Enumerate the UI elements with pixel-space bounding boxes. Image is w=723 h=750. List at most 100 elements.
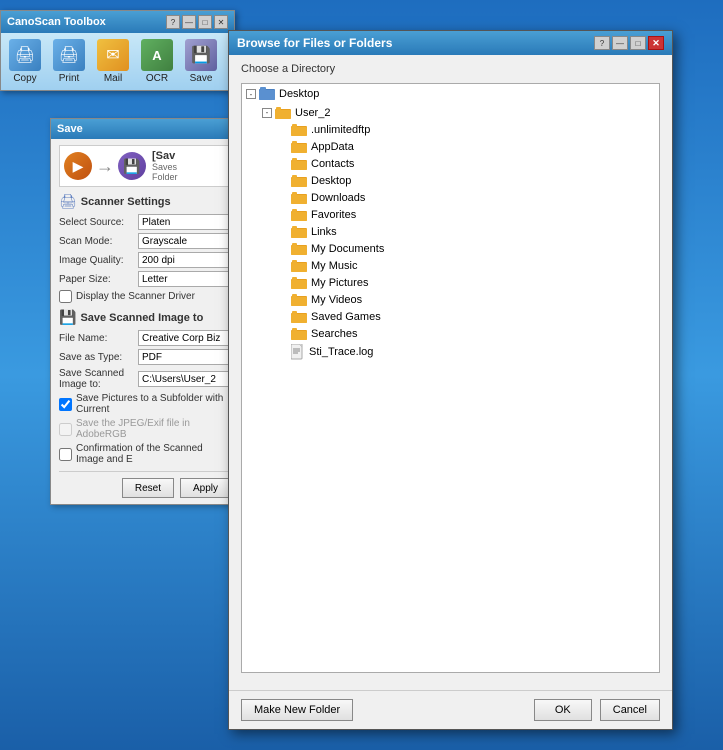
mypictures-icon (291, 276, 307, 289)
browse-ok-button[interactable]: OK (534, 699, 592, 721)
mypictures-label: My Pictures (311, 277, 368, 289)
desktop-label: Desktop (279, 88, 319, 100)
canoscan-min-btn[interactable]: — (182, 15, 196, 29)
save-section-header: 💾 Save Scanned Image to (59, 309, 231, 326)
subfolder-row: Save Pictures to a Subfolder with Curren… (59, 393, 231, 415)
paper-size-label: Paper Size: (59, 274, 134, 285)
save-dialog: Save ▶ → 💾 [Sav Saves Folder 🖨 Scanner S… (50, 118, 240, 505)
tree-item-user2[interactable]: - User_2 (242, 104, 659, 121)
select-source-label: Select Source: (59, 217, 134, 228)
myvideos-label: My Videos (311, 294, 362, 306)
ocr-tool-btn[interactable]: A OCR (137, 37, 177, 86)
tree-item-desktop2[interactable]: Desktop (242, 172, 659, 189)
canoscan-title: CanoScan Toolbox (7, 16, 106, 28)
copy-tool-btn[interactable]: 🖨 Copy (5, 37, 45, 86)
save-icon: 💾 (185, 39, 217, 71)
subfolder-checkbox[interactable] (59, 398, 72, 411)
scanner-settings-header: 🖨 Scanner Settings (59, 193, 231, 210)
print-icon: 🖨 (53, 39, 85, 71)
scan-preview-row: ▶ → 💾 [Sav Saves Folder (59, 145, 231, 187)
save-dialog-content: ▶ → 💾 [Sav Saves Folder 🖨 Scanner Settin… (51, 139, 239, 504)
browse-min-btn[interactable]: — (612, 36, 628, 50)
save-as-type-label: Save as Type: (59, 352, 134, 363)
browse-max-btn[interactable]: □ (630, 36, 646, 50)
favorites-icon (291, 208, 307, 221)
tree-item-sti-trace[interactable]: Sti_Trace.log (242, 342, 659, 362)
print-tool-btn[interactable]: 🖨 Print (49, 37, 89, 86)
save-dialog-titlebar: Save (51, 119, 239, 139)
browse-dialog: Browse for Files or Folders ? — □ ✕ Choo… (228, 30, 673, 730)
canoscan-toolbar: 🖨 Copy 🖨 Print ✉ Mail A OCR 💾 Save (1, 33, 234, 90)
scan-arrow-icon: → (96, 156, 114, 177)
scan-arrow-container: ▶ → 💾 (64, 152, 146, 180)
canoscan-close-btn[interactable]: ✕ (214, 15, 228, 29)
searches-icon (291, 327, 307, 340)
select-source-row: Select Source: (59, 214, 231, 230)
user2-label: User_2 (295, 107, 330, 119)
tree-item-links[interactable]: Links (242, 223, 659, 240)
links-label: Links (311, 226, 337, 238)
tree-item-mymusic[interactable]: My Music (242, 257, 659, 274)
browse-close-btn[interactable]: ✕ (648, 36, 664, 50)
tree-item-desktop[interactable]: - Desktop (242, 84, 659, 104)
browse-cancel-button[interactable]: Cancel (600, 699, 660, 721)
tree-item-unlimitedftp[interactable]: .unlimitedftp (242, 121, 659, 138)
canoscan-help-btn[interactable]: ? (166, 15, 180, 29)
save-scanned-to-label: Save Scanned Image to: (59, 368, 134, 390)
apply-button[interactable]: Apply (180, 478, 231, 498)
confirmation-row: Confirmation of the Scanned Image and E (59, 443, 231, 465)
confirmation-checkbox[interactable] (59, 448, 72, 461)
tree-item-downloads[interactable]: Downloads (242, 189, 659, 206)
savedgames-icon (291, 310, 307, 323)
sti-trace-label: Sti_Trace.log (309, 346, 373, 358)
tree-item-contacts[interactable]: Contacts (242, 155, 659, 172)
scan-mode-label: Scan Mode: (59, 236, 134, 247)
display-scanner-row: Display the Scanner Driver (59, 290, 231, 303)
image-quality-label: Image Quality: (59, 255, 134, 266)
user2-expand-icon[interactable]: - (262, 108, 272, 118)
tree-item-savedgames[interactable]: Saved Games (242, 308, 659, 325)
desktop-expand-icon[interactable]: - (246, 89, 256, 99)
scan-title-area: [Sav Saves Folder (152, 150, 178, 182)
mymusic-label: My Music (311, 260, 357, 272)
scan-subtitle-1: Saves (152, 162, 178, 172)
browse-tree-area[interactable]: - Desktop - User_2 (241, 83, 660, 673)
canoscan-max-btn[interactable]: □ (198, 15, 212, 29)
scan-dest-icon: 💾 (118, 152, 146, 180)
savedgames-label: Saved Games (311, 311, 381, 323)
paper-size-row: Paper Size: (59, 271, 231, 287)
file-name-label: File Name: (59, 333, 134, 344)
ocr-tool-label: OCR (146, 73, 168, 84)
tree-item-favorites[interactable]: Favorites (242, 206, 659, 223)
browse-instruction: Choose a Directory (229, 55, 672, 79)
mydocuments-label: My Documents (311, 243, 384, 255)
sti-trace-file-icon (291, 344, 305, 360)
mail-icon: ✉ (97, 39, 129, 71)
browse-help-btn[interactable]: ? (594, 36, 610, 50)
make-new-folder-button[interactable]: Make New Folder (241, 699, 353, 721)
scan-subtitle-2: Folder (152, 172, 178, 182)
browse-titlebar: Browse for Files or Folders ? — □ ✕ (229, 31, 672, 55)
adobe-label: Save the JPEG/Exif file in AdobeRGB (76, 418, 231, 440)
mail-tool-label: Mail (104, 73, 122, 84)
adobe-checkbox (59, 423, 72, 436)
save-dialog-title-text: Save (57, 123, 83, 135)
appdata-icon (291, 140, 307, 153)
adobe-row: Save the JPEG/Exif file in AdobeRGB (59, 418, 231, 440)
save-tool-btn[interactable]: 💾 Save (181, 37, 221, 86)
confirmation-label: Confirmation of the Scanned Image and E (76, 443, 231, 465)
contacts-label: Contacts (311, 158, 354, 170)
reset-button[interactable]: Reset (122, 478, 174, 498)
tree-item-mydocuments[interactable]: My Documents (242, 240, 659, 257)
save-dialog-buttons: Reset Apply (59, 471, 231, 498)
mymusic-icon (291, 259, 307, 272)
tree-item-appdata[interactable]: AppData (242, 138, 659, 155)
mail-tool-btn[interactable]: ✉ Mail (93, 37, 133, 86)
tree-item-searches[interactable]: Searches (242, 325, 659, 342)
unlimitedftp-label: .unlimitedftp (311, 124, 370, 136)
tree-item-myvideos[interactable]: My Videos (242, 291, 659, 308)
contacts-icon (291, 157, 307, 170)
scan-source-icon: ▶ (64, 152, 92, 180)
tree-item-mypictures[interactable]: My Pictures (242, 274, 659, 291)
display-scanner-checkbox[interactable] (59, 290, 72, 303)
